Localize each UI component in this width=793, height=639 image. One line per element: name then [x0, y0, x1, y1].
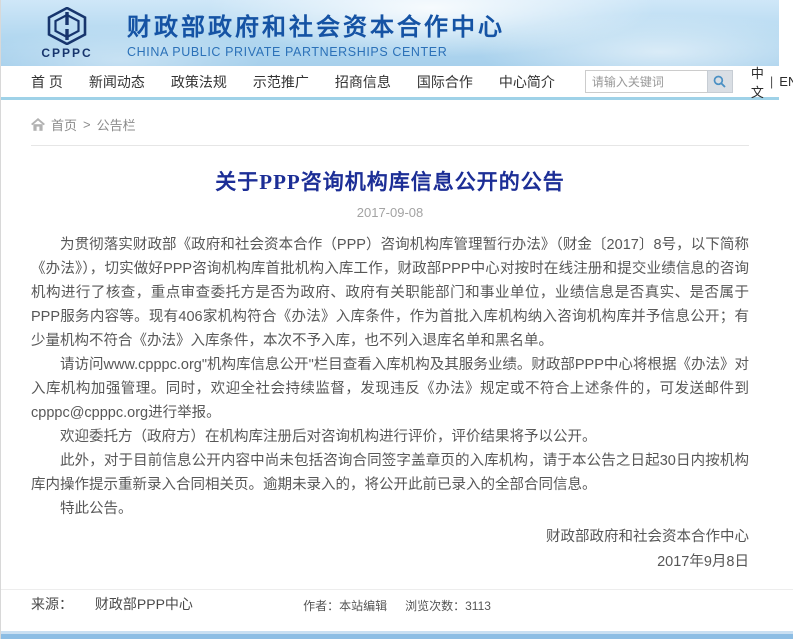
site-header: CPPPC 财政部政府和社会资本合作中心 CHINA PUBLIC PRIVAT… — [1, 0, 779, 66]
article-title: 关于PPP咨询机构库信息公开的公告 — [31, 166, 749, 196]
lang-en[interactable]: EN — [779, 74, 793, 89]
site-logo[interactable]: CPPPC — [13, 7, 121, 60]
article-paragraph: 请访问www.cpppc.org"机构库信息公开"栏目查看入库机构及其服务业绩。… — [31, 353, 749, 425]
article-paragraph: 为贯彻落实财政部《政府和社会资本合作（PPP）咨询机构库管理暂行办法》（财金〔2… — [31, 233, 749, 353]
article-footer: 作者：本站编辑 浏览次数：3113 — [1, 589, 793, 614]
search-icon — [713, 75, 726, 88]
home-icon — [31, 118, 45, 131]
lang-separator: | — [770, 74, 773, 89]
article-paragraph: 特此公告。 — [31, 497, 749, 521]
article-paragraph: 欢迎委托方（政府方）在机构库注册后对咨询机构进行评价，评价结果将予以公开。 — [31, 425, 749, 449]
page-inner: CPPPC 财政部政府和社会资本合作中心 CHINA PUBLIC PRIVAT… — [1, 0, 779, 614]
signature-date: 2017年9月8日 — [31, 550, 749, 575]
signature-org: 财政部政府和社会资本合作中心 — [31, 525, 749, 550]
author-value: 本站编辑 — [339, 599, 387, 613]
article-body: 为贯彻落实财政部《政府和社会资本合作（PPP）咨询机构库管理暂行办法》（财金〔2… — [31, 233, 749, 521]
language-switch: 中文 | EN — [751, 63, 793, 101]
nav-item-news[interactable]: 新闻动态 — [89, 72, 145, 92]
breadcrumb-current: 公告栏 — [97, 115, 136, 134]
article-main: 首页 > 公告栏 关于PPP咨询机构库信息公开的公告 2017-09-08 为贯… — [1, 100, 779, 614]
bottom-bar — [1, 631, 793, 639]
article-date: 2017-09-08 — [31, 205, 749, 220]
search-input[interactable] — [585, 70, 707, 93]
main-nav: 首 页 新闻动态 政策法规 示范推广 招商信息 国际合作 中心简介 — [1, 66, 779, 97]
nav-item-demonstration[interactable]: 示范推广 — [253, 72, 309, 92]
nav-item-policies[interactable]: 政策法规 — [171, 72, 227, 92]
breadcrumb-home[interactable]: 首页 — [51, 115, 77, 134]
nav-item-about[interactable]: 中心简介 — [499, 72, 555, 92]
views-label: 浏览次数： — [405, 599, 465, 613]
article-signature: 财政部政府和社会资本合作中心 2017年9月8日 — [31, 525, 749, 575]
breadcrumb-separator: > — [83, 117, 91, 132]
search-box — [585, 70, 733, 93]
cpppc-hexagon-logo-icon — [46, 7, 88, 45]
site-title-zh: 财政部政府和社会资本合作中心 — [127, 7, 505, 42]
nav-item-investment[interactable]: 招商信息 — [335, 72, 391, 92]
views-count: 3113 — [465, 599, 491, 613]
nav-item-international[interactable]: 国际合作 — [417, 72, 473, 92]
site-title-en: CHINA PUBLIC PRIVATE PARTNERSHIPS CENTER — [127, 45, 505, 59]
breadcrumb: 首页 > 公告栏 — [31, 100, 749, 146]
site-title-block: 财政部政府和社会资本合作中心 CHINA PUBLIC PRIVATE PART… — [127, 7, 505, 59]
logo-abbr: CPPPC — [41, 46, 92, 60]
lang-zh[interactable]: 中文 — [751, 63, 764, 101]
author-label: 作者： — [303, 599, 339, 613]
page: CPPPC 财政部政府和社会资本合作中心 CHINA PUBLIC PRIVAT… — [0, 0, 793, 639]
article-paragraph: 此外，对于目前信息公开内容中尚未包括咨询合同签字盖章页的入库机构，请于本公告之日… — [31, 449, 749, 497]
nav-item-home[interactable]: 首 页 — [31, 72, 63, 92]
search-button[interactable] — [707, 70, 733, 93]
